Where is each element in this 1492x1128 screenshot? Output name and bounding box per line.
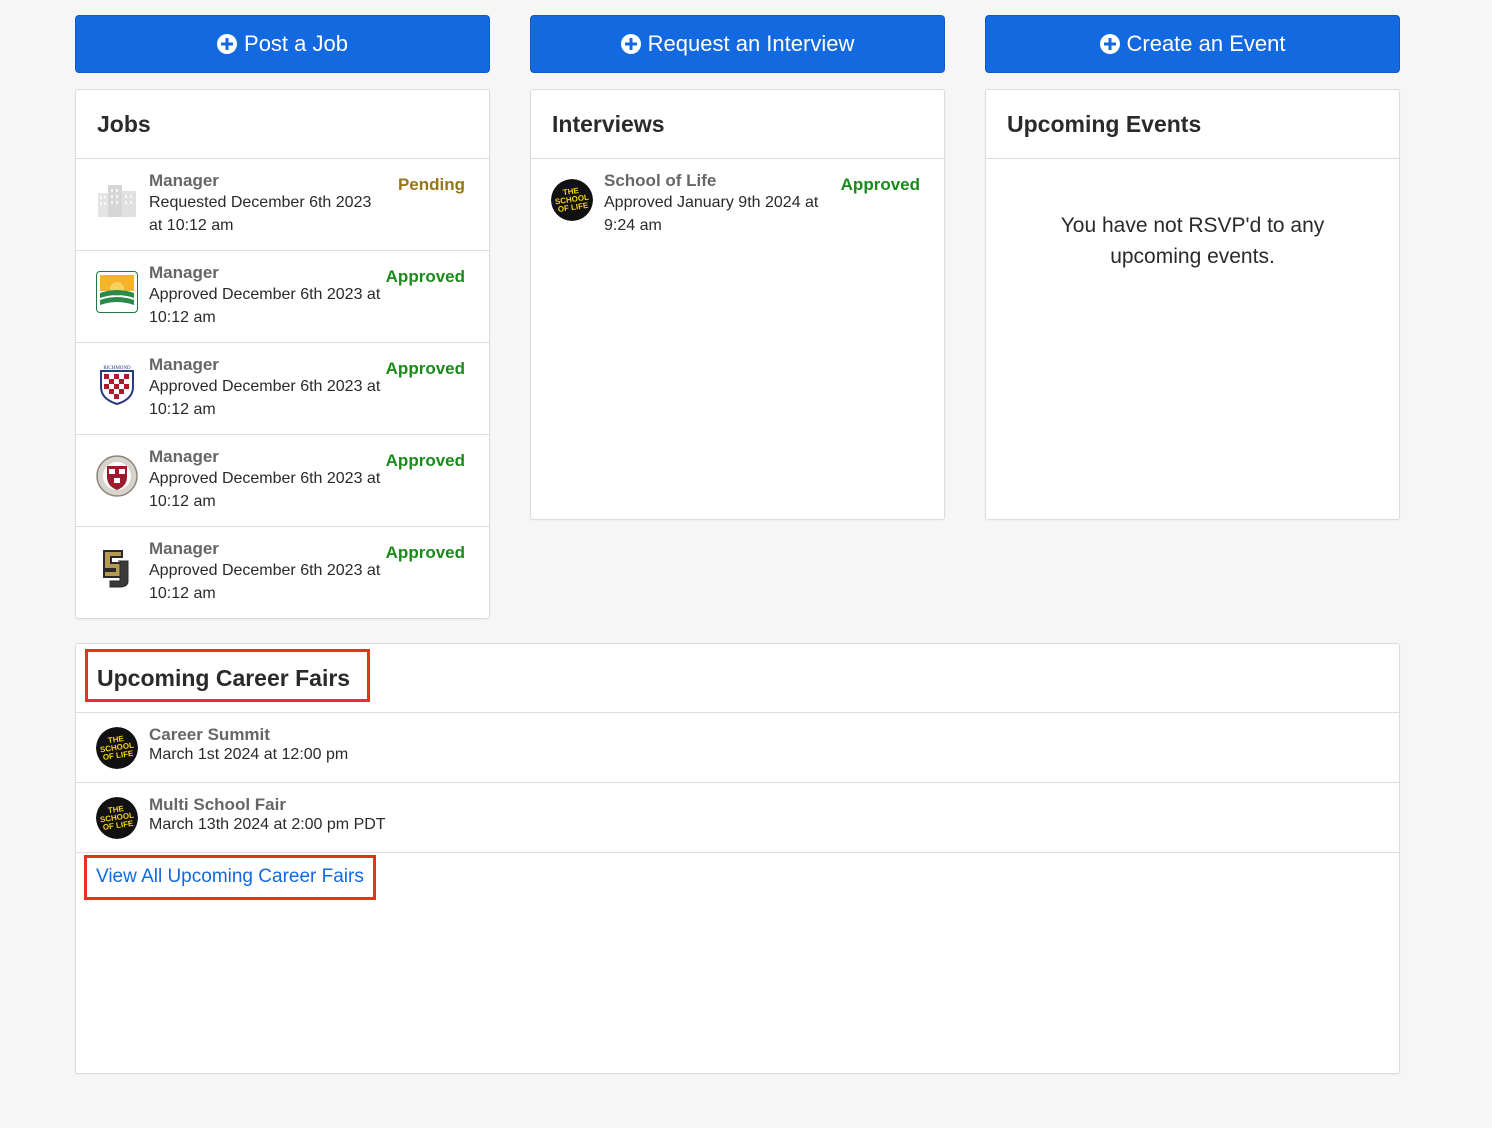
- status-badge: Pending: [397, 175, 465, 194]
- events-header: Upcoming Events: [986, 90, 1399, 159]
- career-fair-date: March 1st 2024 at 12:00 pm: [149, 746, 349, 763]
- create-event-label: Create an Event: [1126, 31, 1286, 56]
- jobs-card: Jobs Manager Requested December 6th 2023…: [75, 89, 490, 619]
- interview-title: School of Life: [604, 171, 717, 190]
- status-badge: Approved: [385, 359, 465, 378]
- job-title: Manager: [149, 539, 219, 558]
- jobs-header: Jobs: [76, 90, 489, 159]
- status-badge: Approved: [385, 543, 465, 562]
- jobs-title: Jobs: [97, 110, 151, 137]
- status-badge: Approved: [385, 451, 465, 470]
- job-row[interactable]: Manager Approved December 6th 2023 at 10…: [76, 435, 489, 527]
- plus-circle-icon: [217, 34, 238, 54]
- career-fair-title: Career Summit: [149, 725, 270, 744]
- job-title: Manager: [149, 171, 219, 190]
- job-date: Approved December 6th 2023 at 10:12 am: [149, 470, 381, 510]
- interview-date: Approved January 9th 2024 at 9:24 am: [604, 194, 819, 234]
- job-row[interactable]: Manager Approved December 6th 2023 at 10…: [76, 251, 489, 343]
- interviews-card: Interviews THE SCHOOL OF LIFE School of Li…: [530, 89, 945, 520]
- interview-row[interactable]: THE SCHOOL OF LIFE School of Life Approved…: [531, 159, 944, 251]
- career-fair-date: March 13th 2024 at 2:00 pm PDT: [149, 816, 386, 833]
- job-row[interactable]: Manager Approved December 6th 2023 at 10…: [76, 527, 489, 619]
- building-icon: [96, 179, 138, 221]
- request-interview-label: Request an Interview: [647, 31, 855, 56]
- career-fair-row[interactable]: THE SCHOOL OF LIFE Multi School Fair March…: [76, 783, 1399, 853]
- status-badge: Approved: [840, 175, 920, 194]
- events-card: Upcoming Events You have not RSVP'd to a…: [985, 89, 1400, 520]
- events-title: Upcoming Events: [1007, 110, 1202, 137]
- post-job-button[interactable]: Post a Job: [75, 15, 490, 73]
- school-of-life-logo: THE SCHOOL OF LIFE: [551, 179, 593, 221]
- job-title: Manager: [149, 447, 219, 466]
- job-row[interactable]: Manager Requested December 6th 2023 at 1…: [76, 159, 489, 251]
- job-date: Approved December 6th 2023 at 10:12 am: [149, 378, 381, 418]
- career-fair-row[interactable]: THE SCHOOL OF LIFE Career Summit March 1st…: [76, 713, 1399, 783]
- school-of-life-logo: THE SCHOOL OF LIFE: [96, 727, 138, 769]
- post-job-label: Post a Job: [244, 31, 348, 56]
- su-monogram-logo: [96, 547, 138, 589]
- job-date: Requested December 6th 2023 at 10:12 am: [149, 194, 372, 234]
- job-title: Manager: [149, 263, 219, 282]
- job-row[interactable]: RICHMOND Manager Approved December 6th 2…: [76, 343, 489, 435]
- interviews-title: Interviews: [552, 110, 665, 137]
- job-date: Approved December 6th 2023 at 10:12 am: [149, 286, 381, 326]
- career-fair-title: Multi School Fair: [149, 795, 286, 814]
- richmond-shield-logo: RICHMOND: [96, 363, 138, 405]
- plus-circle-icon: [1099, 34, 1120, 54]
- harvard-seal-logo: [96, 455, 138, 497]
- highlight-box: [85, 649, 370, 702]
- highlight-box: [84, 855, 376, 900]
- job-date: Approved December 6th 2023 at 10:12 am: [149, 562, 381, 602]
- events-empty-message: You have not RSVP'd to any upcoming even…: [1060, 214, 1325, 268]
- status-badge: Approved: [385, 267, 465, 286]
- create-event-button[interactable]: Create an Event: [985, 15, 1400, 73]
- interviews-header: Interviews: [531, 90, 944, 159]
- request-interview-button[interactable]: Request an Interview: [530, 15, 945, 73]
- school-of-life-logo: THE SCHOOL OF LIFE: [96, 797, 138, 839]
- landscape-logo: [96, 271, 138, 313]
- job-title: Manager: [149, 355, 219, 374]
- plus-circle-icon: [620, 34, 641, 54]
